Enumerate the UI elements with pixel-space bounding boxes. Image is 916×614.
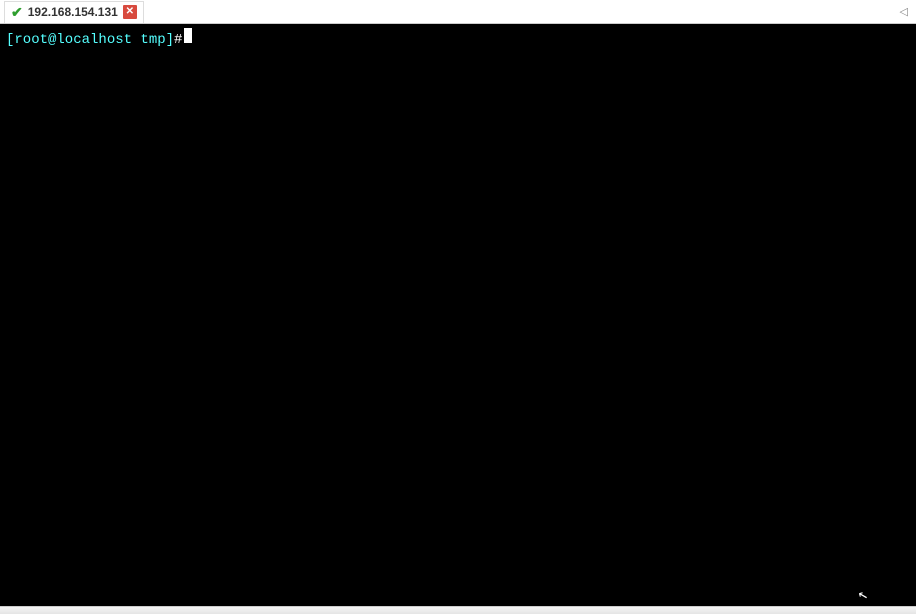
- tab-bar-right: ◁: [900, 5, 916, 18]
- tab-title: 192.168.154.131: [28, 5, 118, 19]
- session-tab[interactable]: ✔ 192.168.154.131 ✕: [4, 1, 144, 23]
- prompt-line: [root@localhost tmp]#: [6, 28, 910, 49]
- terminal[interactable]: [root@localhost tmp]# ↖: [0, 24, 916, 606]
- terminal-cursor: [184, 28, 192, 43]
- connected-checkmark-icon: ✔: [11, 5, 23, 19]
- prompt-user-host: [root@localhost tmp]: [6, 31, 174, 49]
- tab-group: ✔ 192.168.154.131 ✕: [4, 1, 144, 23]
- close-tab-button[interactable]: ✕: [123, 5, 137, 19]
- mouse-cursor-icon: ↖: [856, 585, 870, 605]
- horizontal-scrollbar[interactable]: [0, 606, 916, 614]
- scroll-left-icon[interactable]: ◁: [900, 5, 908, 18]
- tab-bar: ✔ 192.168.154.131 ✕ ◁: [0, 0, 916, 24]
- close-icon: ✕: [126, 7, 134, 17]
- prompt-symbol: #: [174, 31, 182, 49]
